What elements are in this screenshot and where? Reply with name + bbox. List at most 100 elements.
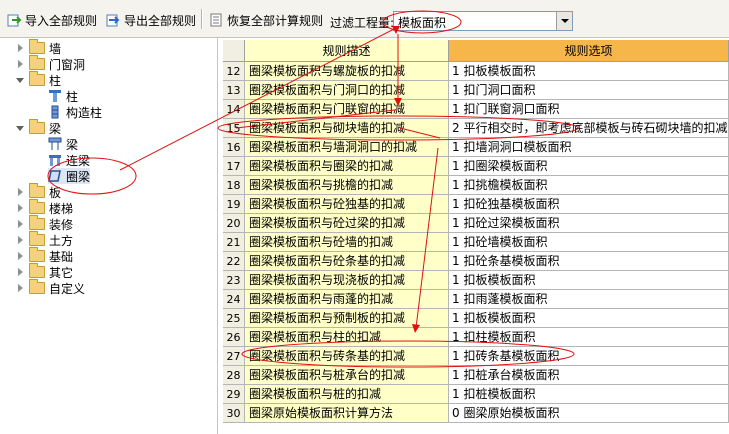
rule-option-cell[interactable]: 0 圈梁原始模板面积 xyxy=(449,404,729,423)
table-row[interactable]: 16 圈梁模板面积与墙洞洞口的扣减 1 扣墙洞洞口模板面积 xyxy=(223,138,729,157)
expand-icon[interactable] xyxy=(16,235,25,245)
row-number-cell[interactable]: 16 xyxy=(223,138,245,157)
rule-description-cell[interactable]: 圈梁模板面积与桩承台的扣减 xyxy=(245,366,449,385)
table-row[interactable]: 15 圈梁模板面积与砌块墙的扣减 2 平行相交时，即考虑底部模板与砖石砌块墙的扣减 xyxy=(223,119,729,138)
tree-item-constructional-column[interactable]: 构造柱 xyxy=(48,104,102,120)
tree-item-earthwork[interactable]: 土方 xyxy=(16,231,73,248)
tree-item-custom[interactable]: 自定义 xyxy=(16,279,85,296)
rule-description-cell[interactable]: 圈梁模板面积与现浇板的扣减 xyxy=(245,271,449,290)
expand-icon[interactable] xyxy=(16,203,25,213)
expand-icon[interactable] xyxy=(16,59,25,69)
rule-description-cell[interactable]: 圈梁模板面积与雨蓬的扣减 xyxy=(245,290,449,309)
rule-description-cell[interactable]: 圈梁模板面积与砖条基的扣减 xyxy=(245,347,449,366)
tree-item-other[interactable]: 其它 xyxy=(16,263,73,280)
rule-description-cell[interactable]: 圈梁模板面积与预制板的扣减 xyxy=(245,309,449,328)
row-number-cell[interactable]: 17 xyxy=(223,157,245,176)
row-number-cell[interactable]: 25 xyxy=(223,309,245,328)
tree-item-foundation[interactable]: 基础 xyxy=(16,247,73,264)
tree-item-column[interactable]: 柱 xyxy=(48,88,78,104)
rule-option-cell[interactable]: 1 扣桩模板面积 xyxy=(449,385,729,404)
table-row[interactable]: 28 圈梁模板面积与桩承台的扣减 1 扣桩承台模板面积 xyxy=(223,366,729,385)
tree-item-coupling-beam[interactable]: 连梁 xyxy=(48,152,90,168)
row-number-cell[interactable]: 22 xyxy=(223,252,245,271)
rule-description-cell[interactable]: 圈梁模板面积与砌块墙的扣减 xyxy=(245,119,449,138)
rule-description-cell[interactable]: 圈梁模板面积与门洞口的扣减 xyxy=(245,81,449,100)
table-row[interactable]: 27 圈梁模板面积与砖条基的扣减 1 扣砖条基模板面积 xyxy=(223,347,729,366)
rule-option-cell[interactable]: 1 扣挑檐模板面积 xyxy=(449,176,729,195)
tree-item-stairs[interactable]: 楼梯 xyxy=(16,199,73,216)
row-number-cell[interactable]: 21 xyxy=(223,233,245,252)
table-row[interactable]: 21 圈梁模板面积与砼墙的扣减 1 扣砼墙模板面积 xyxy=(223,233,729,252)
row-number-cell[interactable]: 14 xyxy=(223,100,245,119)
table-row[interactable]: 20 圈梁模板面积与砼过梁的扣减 1 扣砼过梁模板面积 xyxy=(223,214,729,233)
table-row[interactable]: 12 圈梁模板面积与螺旋板的扣减 1 扣板模板面积 xyxy=(223,62,729,81)
rule-option-cell[interactable]: 1 扣桩承台模板面积 xyxy=(449,366,729,385)
expand-icon[interactable] xyxy=(16,267,25,277)
expand-icon[interactable] xyxy=(16,43,25,53)
expand-icon[interactable] xyxy=(16,251,25,261)
rule-option-cell[interactable]: 1 扣门联窗洞口面积 xyxy=(449,100,729,119)
export-all-rules-button[interactable]: 导出全部规则 xyxy=(105,11,196,29)
tree-item-column-group[interactable]: 柱 xyxy=(16,71,61,88)
rule-option-cell[interactable]: 1 扣砼条基模板面积 xyxy=(449,252,729,271)
row-number-cell[interactable]: 12 xyxy=(223,62,245,81)
rule-description-cell[interactable]: 圈梁模板面积与砼独基的扣减 xyxy=(245,195,449,214)
table-row[interactable]: 22 圈梁模板面积与砼条基的扣减 1 扣砼条基模板面积 xyxy=(223,252,729,271)
rule-option-cell[interactable]: 1 扣门洞口面积 xyxy=(449,81,729,100)
row-number-cell[interactable]: 28 xyxy=(223,366,245,385)
tree-item-wall[interactable]: 墙 xyxy=(16,39,61,56)
table-row[interactable]: 23 圈梁模板面积与现浇板的扣减 1 扣板模板面积 xyxy=(223,271,729,290)
row-number-cell[interactable]: 27 xyxy=(223,347,245,366)
expand-icon[interactable] xyxy=(16,187,25,197)
rule-option-cell[interactable]: 1 扣砼墙模板面积 xyxy=(449,233,729,252)
rule-description-cell[interactable]: 圈梁模板面积与桩的扣减 xyxy=(245,385,449,404)
restore-all-rules-button[interactable]: 恢复全部计算规则 xyxy=(208,11,323,29)
rule-option-cell[interactable]: 1 扣板模板面积 xyxy=(449,62,729,81)
table-row[interactable]: 29 圈梁模板面积与桩的扣减 1 扣桩模板面积 xyxy=(223,385,729,404)
column-header-rule-option[interactable]: 规则选项 xyxy=(449,40,729,62)
rule-description-cell[interactable]: 圈梁模板面积与螺旋板的扣减 xyxy=(245,62,449,81)
table-row[interactable]: 26 圈梁模板面积与柱的扣减 1 扣柱模板面积 xyxy=(223,328,729,347)
collapse-icon[interactable] xyxy=(16,124,25,133)
tree-item-ring-beam[interactable]: 圈梁 xyxy=(48,168,91,184)
rule-description-cell[interactable]: 圈梁模板面积与墙洞洞口的扣减 xyxy=(245,138,449,157)
row-number-cell[interactable]: 23 xyxy=(223,271,245,290)
expand-icon[interactable] xyxy=(16,283,25,293)
row-number-cell[interactable]: 24 xyxy=(223,290,245,309)
rule-option-cell[interactable]: 1 扣板模板面积 xyxy=(449,271,729,290)
tree-item-slab[interactable]: 板 xyxy=(16,183,61,200)
column-header-rule-desc[interactable]: 规则描述 xyxy=(245,40,449,62)
quantity-filter-select[interactable]: 模板面积 xyxy=(393,11,573,31)
table-row[interactable]: 25 圈梁模板面积与预制板的扣减 1 扣板模板面积 xyxy=(223,309,729,328)
row-number-cell[interactable]: 30 xyxy=(223,404,245,423)
import-all-rules-button[interactable]: 导入全部规则 xyxy=(6,11,97,29)
rule-description-cell[interactable]: 圈梁模板面积与砼过梁的扣减 xyxy=(245,214,449,233)
row-number-cell[interactable]: 15 xyxy=(223,119,245,138)
collapse-icon[interactable] xyxy=(16,76,25,85)
table-row[interactable]: 18 圈梁模板面积与挑檐的扣减 1 扣挑檐模板面积 xyxy=(223,176,729,195)
tree-item-beam-group[interactable]: 梁 xyxy=(16,119,61,136)
rule-description-cell[interactable]: 圈梁模板面积与门联窗的扣减 xyxy=(245,100,449,119)
rule-option-cell[interactable]: 1 扣柱模板面积 xyxy=(449,328,729,347)
row-number-cell[interactable]: 26 xyxy=(223,328,245,347)
row-number-cell[interactable]: 19 xyxy=(223,195,245,214)
expand-icon[interactable] xyxy=(16,219,25,229)
table-row[interactable]: 17 圈梁模板面积与圈梁的扣减 1 扣圈梁模板面积 xyxy=(223,157,729,176)
rule-option-cell[interactable]: 1 扣圈梁模板面积 xyxy=(449,157,729,176)
rule-description-cell[interactable]: 圈梁模板面积与挑檐的扣减 xyxy=(245,176,449,195)
rule-description-cell[interactable]: 圈梁模板面积与砼条基的扣减 xyxy=(245,252,449,271)
rule-description-cell[interactable]: 圈梁模板面积与圈梁的扣减 xyxy=(245,157,449,176)
row-number-cell[interactable]: 13 xyxy=(223,81,245,100)
tree-item-decoration[interactable]: 装修 xyxy=(16,215,73,232)
rule-option-cell[interactable]: 1 扣砼过梁模板面积 xyxy=(449,214,729,233)
table-row[interactable]: 24 圈梁模板面积与雨蓬的扣减 1 扣雨蓬模板面积 xyxy=(223,290,729,309)
rule-option-cell[interactable]: 1 扣砖条基模板面积 xyxy=(449,347,729,366)
rule-option-cell[interactable]: 1 扣砼独基模板面积 xyxy=(449,195,729,214)
chevron-down-icon[interactable] xyxy=(556,12,572,30)
row-number-cell[interactable]: 20 xyxy=(223,214,245,233)
rule-option-cell[interactable]: 1 扣雨蓬模板面积 xyxy=(449,290,729,309)
rule-description-cell[interactable]: 圈梁模板面积与砼墙的扣减 xyxy=(245,233,449,252)
table-row[interactable]: 30 圈梁原始模板面积计算方法 0 圈梁原始模板面积 xyxy=(223,404,729,423)
table-row[interactable]: 14 圈梁模板面积与门联窗的扣减 1 扣门联窗洞口面积 xyxy=(223,100,729,119)
rule-description-cell[interactable]: 圈梁模板面积与柱的扣减 xyxy=(245,328,449,347)
